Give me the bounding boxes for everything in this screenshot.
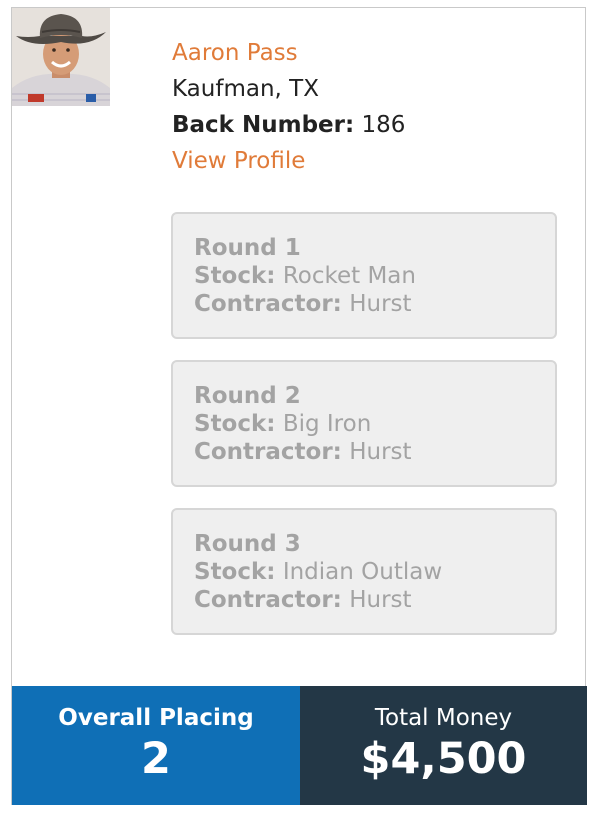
- round-card-3: Round 3 Stock: Indian Outlaw Contractor:…: [171, 508, 557, 635]
- round-contractor: Contractor: Hurst: [194, 438, 555, 466]
- contractor-label: Contractor:: [194, 439, 342, 465]
- round-stock: Stock: Big Iron: [194, 410, 555, 438]
- round-title: Round 3: [194, 531, 301, 557]
- round-card-1: Round 1 Stock: Rocket Man Contractor: Hu…: [171, 212, 557, 339]
- overall-placing-label: Overall Placing: [58, 705, 254, 731]
- rider-name-link[interactable]: Aaron Pass: [172, 40, 298, 66]
- stock-value: Rocket Man: [282, 263, 416, 289]
- contractor-value: Hurst: [349, 291, 412, 317]
- round-card-2: Round 2 Stock: Big Iron Contractor: Hurs…: [171, 360, 557, 487]
- stock-label: Stock:: [194, 559, 276, 585]
- contractor-value: Hurst: [349, 587, 412, 613]
- stock-label: Stock:: [194, 411, 276, 437]
- view-profile-link[interactable]: View Profile: [172, 148, 305, 174]
- contractor-label: Contractor:: [194, 587, 342, 613]
- round-contractor: Contractor: Hurst: [194, 290, 555, 318]
- back-number-value: 186: [361, 112, 406, 138]
- overall-placing-value: 2: [141, 734, 171, 784]
- rider-hometown: Kaufman, TX: [172, 76, 319, 102]
- back-number: Back Number: 186: [172, 112, 405, 138]
- round-stock: Stock: Rocket Man: [194, 262, 555, 290]
- contractor-label: Contractor:: [194, 291, 342, 317]
- round-stock: Stock: Indian Outlaw: [194, 558, 555, 586]
- contractor-value: Hurst: [349, 439, 412, 465]
- overall-placing-panel: Overall Placing 2: [12, 686, 300, 805]
- round-contractor: Contractor: Hurst: [194, 586, 555, 614]
- rider-avatar: [12, 8, 110, 106]
- back-number-label: Back Number:: [172, 112, 355, 138]
- stock-label: Stock:: [194, 263, 276, 289]
- total-money-value: $4,500: [360, 734, 527, 784]
- total-money-label: Total Money: [374, 705, 513, 731]
- round-title: Round 1: [194, 235, 301, 261]
- stock-value: Big Iron: [282, 411, 372, 437]
- round-title: Round 2: [194, 383, 301, 409]
- cowboy-portrait-icon: [12, 8, 110, 106]
- stock-value: Indian Outlaw: [282, 559, 443, 585]
- total-money-panel: Total Money $4,500: [300, 686, 587, 805]
